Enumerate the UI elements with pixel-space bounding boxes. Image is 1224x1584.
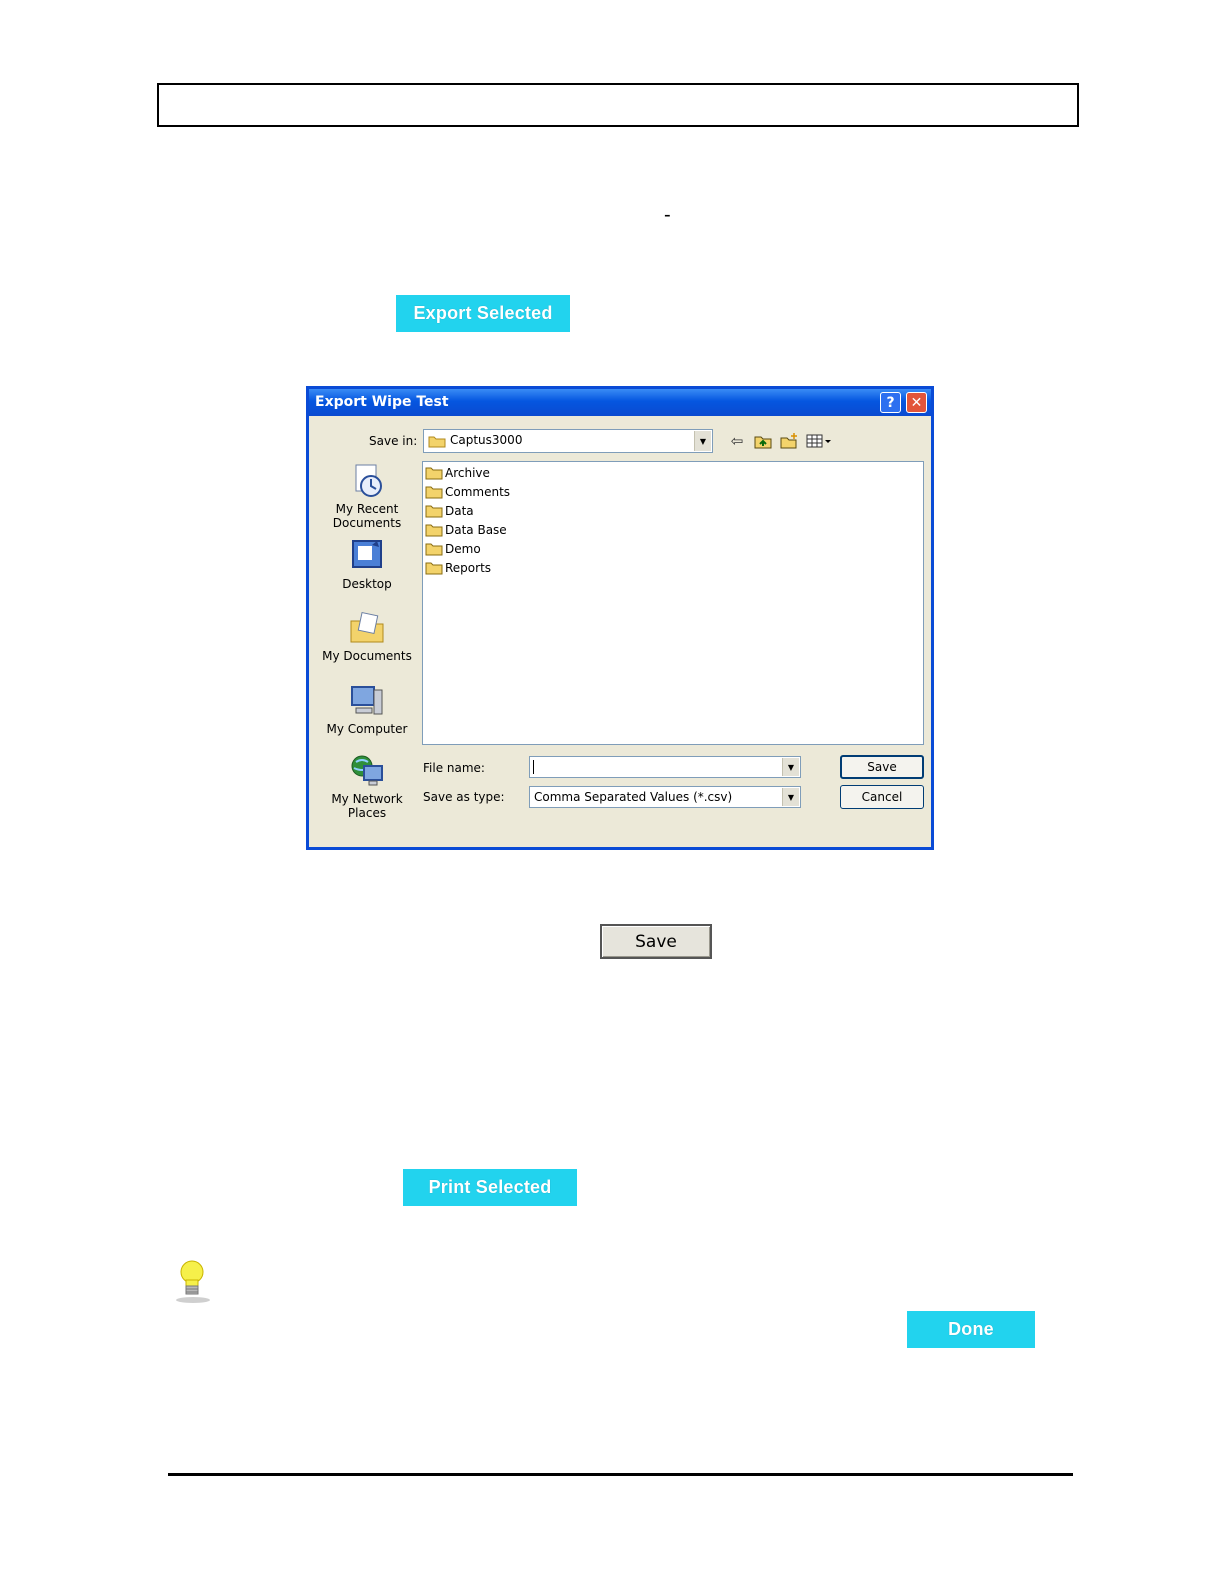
text-caret [533, 760, 534, 774]
lightbulb-icon [176, 1260, 210, 1303]
export-selected-button[interactable]: Export Selected [396, 295, 570, 332]
file-name: Data [445, 504, 474, 518]
file-name-input[interactable]: ▼ [529, 756, 801, 778]
list-item[interactable]: Comments [425, 483, 510, 501]
my-documents-icon [350, 611, 384, 643]
view-menu-icon[interactable] [805, 432, 833, 450]
save-as-type-value: Comma Separated Values (*.csv) [534, 790, 733, 804]
place-my-documents[interactable]: My Documents [317, 609, 417, 663]
chevron-down-icon[interactable]: ▼ [782, 788, 799, 806]
place-desktop[interactable]: Desktop [317, 537, 417, 591]
folder-icon [425, 505, 443, 518]
folder-icon [425, 562, 443, 575]
place-label: My Recent Documents [332, 502, 402, 530]
list-item[interactable]: Data [425, 502, 474, 520]
place-label: My Network Places [331, 792, 403, 820]
list-item[interactable]: Archive [425, 464, 490, 482]
file-name: Data Base [445, 523, 507, 537]
folder-icon [425, 543, 443, 556]
save-as-type-label: Save as type: [423, 790, 505, 804]
recent-documents-icon [355, 464, 382, 497]
done-button[interactable]: Done [907, 1311, 1035, 1348]
place-label: My Documents [322, 649, 412, 663]
dash-text: - [664, 204, 671, 226]
place-network[interactable]: My Network Places [317, 752, 417, 820]
file-name: Comments [445, 485, 511, 499]
chevron-down-icon[interactable]: ▼ [694, 431, 711, 451]
my-computer-icon [351, 686, 383, 715]
new-folder-icon[interactable] [779, 432, 799, 450]
desktop-icon [352, 540, 382, 568]
file-name: Archive [445, 466, 490, 480]
dialog-cancel-button[interactable]: Cancel [840, 785, 924, 809]
close-button[interactable]: ✕ [906, 392, 927, 413]
save-button[interactable]: Save [600, 924, 712, 959]
file-name: Demo [445, 542, 481, 556]
list-item[interactable]: Reports [425, 559, 491, 577]
dialog-title: Export Wipe Test [315, 394, 449, 410]
list-item[interactable]: Demo [425, 540, 481, 558]
save-in-combo[interactable]: Captus3000 ▼ [423, 429, 713, 453]
place-label: Desktop [342, 577, 392, 591]
folder-icon [425, 467, 443, 480]
file-name-label: File name: [423, 761, 485, 775]
place-my-computer[interactable]: My Computer [317, 682, 417, 736]
list-item[interactable]: Data Base [425, 521, 507, 539]
dialog-save-button[interactable]: Save [840, 755, 924, 779]
network-places-icon [351, 755, 383, 786]
print-selected-button[interactable]: Print Selected [403, 1169, 577, 1206]
help-button[interactable]: ? [880, 392, 901, 413]
dialog-titlebar[interactable]: Export Wipe Test ? ✕ [309, 389, 931, 416]
up-folder-icon[interactable] [753, 432, 773, 450]
places-bar: My Recent Documents Desktop My Documents [317, 457, 417, 837]
export-dialog: Export Wipe Test ? ✕ Save in: Captus3000… [306, 386, 934, 850]
chevron-down-icon[interactable]: ▼ [782, 758, 799, 776]
place-label: My Computer [326, 722, 408, 736]
save-in-label: Save in: [369, 434, 418, 448]
place-recent-documents[interactable]: My Recent Documents [317, 462, 417, 530]
footer-divider [168, 1473, 1073, 1476]
header-box [157, 83, 1079, 127]
back-arrow-icon[interactable]: ⇦ [727, 432, 747, 450]
folder-icon [425, 524, 443, 537]
file-name: Reports [445, 561, 492, 575]
file-list[interactable]: Archive Comments Data Data Base Demo Rep… [422, 461, 924, 745]
folder-icon [425, 486, 443, 499]
save-in-value: Captus3000 [450, 433, 523, 447]
save-as-type-select[interactable]: Comma Separated Values (*.csv) ▼ [529, 786, 801, 808]
folder-icon [428, 436, 446, 448]
